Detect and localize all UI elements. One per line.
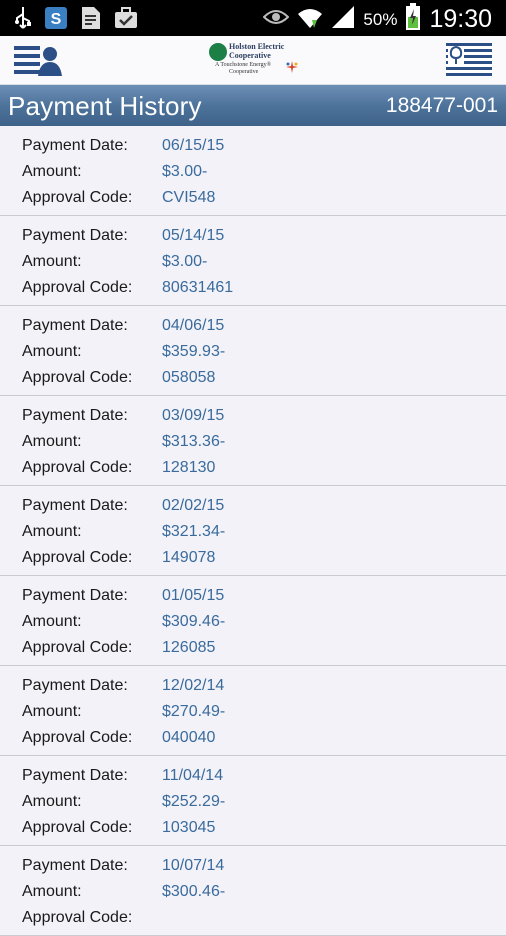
battery-icon [405,3,421,36]
account-list-icon [14,46,62,76]
payment-amount: $3.00- [162,163,208,180]
payment-date: 03/09/15 [162,407,225,424]
approval-code: 058058 [162,369,216,386]
briefcase-icon [114,7,138,34]
payment-date: 04/06/15 [162,317,225,334]
payment-amount: $252.29- [162,793,226,810]
approval-code-label: Approval Code: [22,369,133,386]
approval-code: 103045 [162,819,216,836]
payment-amount: $321.34- [162,523,226,540]
approval-code: 149078 [162,549,216,566]
payment-item[interactable]: Payment Date: 12/02/14 Amount: $270.49- Ap… [0,666,506,756]
payment-item[interactable]: Payment Date: 10/07/14 Amount: $300.46- Ap… [0,846,506,936]
amount-label: Amount: [22,703,82,720]
page-title: Payment History [8,91,202,121]
payment-date: 06/15/15 [162,137,225,154]
clock: 19:30 [429,5,492,33]
payment-item[interactable]: Payment Date: 02/02/15 Amount: $321.34- Ap… [0,486,506,576]
payment-amount: $300.46- [162,883,226,900]
approval-code-label: Approval Code: [22,639,133,656]
payment-item[interactable]: Payment Date: 04/06/15 Amount: $359.93- Ap… [0,306,506,396]
payment-date: 01/05/15 [162,587,225,604]
flag-icon [446,43,492,77]
amount-label: Amount: [22,433,82,450]
approval-code: 80631461 [162,279,234,296]
payment-date-label: Payment Date: [22,227,128,244]
payment-date-label: Payment Date: [22,497,128,514]
payment-date: 05/14/15 [162,227,225,244]
payment-item[interactable]: Payment Date: 03/09/15 Amount: $313.36- Ap… [0,396,506,486]
approval-code-label: Approval Code: [22,819,133,836]
skype-icon: S [44,6,68,35]
wifi-icon [297,4,323,35]
payment-date: 02/02/15 [162,497,225,514]
payment-amount: $3.00- [162,253,208,270]
payment-date-label: Payment Date: [22,857,128,874]
amount-label: Amount: [22,343,82,360]
approval-code-label: Approval Code: [22,189,133,206]
logo-tagline-2: Cooperative [229,69,259,75]
payment-date-label: Payment Date: [22,587,128,604]
payment-item[interactable]: Payment Date: 01/05/15 Amount: $309.46- Ap… [0,576,506,666]
approval-code: 126085 [162,639,216,656]
account-number: 188477-001 [385,94,498,117]
amount-label: Amount: [22,253,82,270]
logo-tagline: A Touchstone Energy® [215,62,272,68]
payment-amount: $309.46- [162,613,226,630]
approval-code-label: Approval Code: [22,279,133,296]
signal-icon [331,5,355,34]
payment-date: 10/07/14 [162,857,225,874]
logo-emblem [209,43,227,61]
approval-code-label: Approval Code: [22,459,133,476]
eye-icon [262,8,290,31]
flag-menu-button[interactable] [446,43,492,77]
payment-item[interactable]: Payment Date: 11/04/14 Amount: $252.29- Ap… [0,756,506,846]
payment-date: 11/04/14 [162,767,224,784]
approval-code-label: Approval Code: [22,909,133,926]
amount-label: Amount: [22,523,82,540]
title-bar: Payment History 188477-001 [0,85,506,126]
payment-date-label: Payment Date: [22,137,128,154]
battery-percent: 50% [363,9,398,29]
approval-code: 128130 [162,459,216,476]
amount-label: Amount: [22,163,82,180]
payment-date-label: Payment Date: [22,317,128,334]
payment-date: 12/02/14 [162,677,225,694]
payment-amount: $359.93- [162,343,226,360]
usb-icon [14,6,32,35]
payment-list: Payment Date: 06/15/15 Amount: $3.00- Appr… [0,126,506,936]
approval-code-label: Approval Code: [22,729,133,746]
payment-item[interactable]: Payment Date: 05/14/15 Amount: $3.00- Appr… [0,216,506,306]
app-bar: Holston Electric Cooperative A Touchston… [0,36,506,85]
holston-electric-logo: Holston Electric Cooperative A Touchston… [209,41,301,81]
approval-code-label: Approval Code: [22,549,133,566]
payment-date-label: Payment Date: [22,767,128,784]
logo-line1: Holston Electric [229,42,285,51]
account-menu-button[interactable] [14,45,62,77]
payment-amount: $270.49- [162,703,226,720]
payment-item[interactable]: Payment Date: 06/15/15 Amount: $3.00- Appr… [0,126,506,216]
approval-code: 040040 [162,729,216,746]
touchstone-star-icon [286,61,298,73]
amount-label: Amount: [22,883,82,900]
amount-label: Amount: [22,793,82,810]
document-icon [80,6,102,35]
status-bar: S 50% 19:30 [0,0,506,36]
payment-date-label: Payment Date: [22,677,128,694]
payment-date-label: Payment Date: [22,407,128,424]
amount-label: Amount: [22,613,82,630]
logo-line2: Cooperative [229,51,271,60]
payment-amount: $313.36- [162,433,226,450]
approval-code: CVI548 [162,189,216,206]
svg-text:S: S [51,11,62,28]
